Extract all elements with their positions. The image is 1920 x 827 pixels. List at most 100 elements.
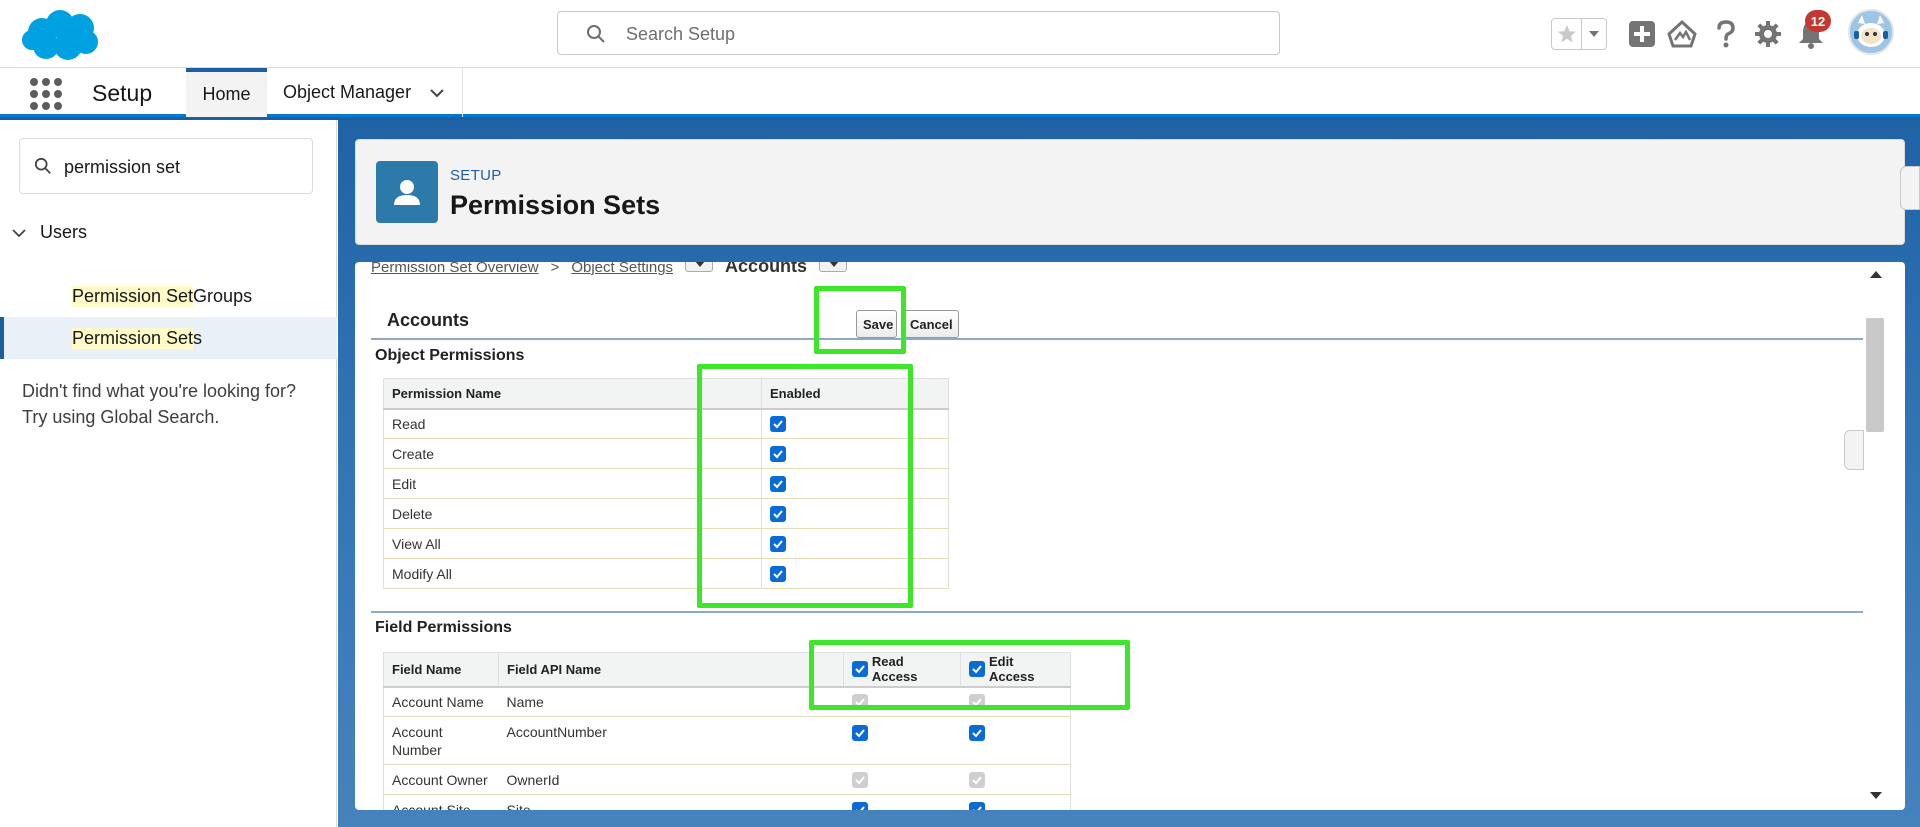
salesforce-logo[interactable] <box>20 8 102 62</box>
tab-home-label: Home <box>202 84 251 104</box>
panel-collapse-handle[interactable] <box>1900 166 1920 210</box>
quick-find-input[interactable] <box>64 155 294 179</box>
not-found-line-2: Try using Global Search. <box>22 407 220 427</box>
column-header: Field API Name <box>498 652 844 688</box>
field-permissions-title: Field Permissions <box>375 619 512 636</box>
highlight-box-save <box>814 286 906 354</box>
app-navigation-bar: Setup Home Object Manager <box>0 68 1920 120</box>
checkmark-icon <box>855 806 865 810</box>
breadcrumb-current: Accounts <box>725 262 808 276</box>
not-found-message: Didn't find what you're looking for? Try… <box>22 378 322 430</box>
breadcrumb-dropdown[interactable] <box>685 262 714 272</box>
edit-access-checkbox[interactable] <box>968 802 985 810</box>
question-icon <box>1717 20 1735 48</box>
scroll-thumb[interactable] <box>1866 318 1884 432</box>
read-access-cell <box>843 716 961 765</box>
app-launcher-icon[interactable] <box>30 78 62 110</box>
gear-icon <box>1755 21 1781 47</box>
field-name: Account Name <box>383 686 499 717</box>
breadcrumb: Permission Set Overview > Object Setting… <box>371 262 848 277</box>
setup-sidebar: Users Permission Set Groups Permission S… <box>0 120 337 827</box>
setup-gear-button[interactable] <box>1752 18 1784 50</box>
app-name: Setup <box>92 80 153 106</box>
search-icon <box>34 157 51 174</box>
field-name: Account Owner <box>383 764 499 795</box>
breadcrumb-link-overview[interactable]: Permission Set Overview <box>371 262 539 276</box>
user-avatar[interactable] <box>1848 9 1894 55</box>
edit-access-cell <box>960 764 1071 795</box>
highlight-box-field-access <box>809 640 1130 710</box>
add-icon <box>1629 21 1655 47</box>
field-name: Account Site <box>383 794 499 810</box>
quick-find-box[interactable] <box>19 138 313 194</box>
page-eyebrow: SETUP <box>450 167 502 184</box>
read-access-checkbox[interactable] <box>851 725 868 742</box>
caret-down-icon <box>1589 31 1599 37</box>
edit-access-checkbox[interactable] <box>968 725 985 742</box>
sidebar-item-label: s <box>193 327 203 348</box>
field-api-name: AccountNumber <box>498 716 844 765</box>
scroll-up-arrow-icon[interactable] <box>1870 271 1882 278</box>
breadcrumb-separator: > <box>550 262 560 276</box>
read-access-checkbox[interactable] <box>851 802 868 810</box>
edit-access-checkbox-disabled <box>968 772 985 789</box>
tab-home[interactable]: Home <box>186 68 267 117</box>
search-icon <box>587 25 605 43</box>
field-name: Account Number <box>383 716 499 765</box>
tree-node-users-label: Users <box>40 222 88 242</box>
scroll-down-arrow-icon[interactable] <box>1870 792 1882 799</box>
content-panel: Permission Set Overview > Object Setting… <box>355 262 1905 810</box>
favorites-dropdown-button[interactable] <box>1582 19 1606 49</box>
page-title: Permission Sets <box>450 190 661 220</box>
checkmark-icon <box>971 776 982 785</box>
cancel-button[interactable]: Cancel <box>903 310 959 338</box>
read-access-cell <box>843 794 961 810</box>
sidebar-item-permission-set-groups[interactable]: Permission Set Groups <box>0 275 337 317</box>
field-api-name: Site <box>498 794 844 810</box>
trailhead-icon <box>1667 20 1697 48</box>
page-header: SETUP Permission Sets <box>355 139 1905 245</box>
sidebar-item-permission-sets[interactable]: Permission Set s <box>0 317 337 359</box>
table-row: Account Owner OwnerId <box>383 764 1071 795</box>
field-api-name: Name <box>498 686 844 717</box>
table-row: Account Site Site <box>383 794 1071 810</box>
object-permissions-title: Object Permissions <box>375 347 525 364</box>
panel-collapse-handle[interactable] <box>1844 430 1864 470</box>
chevron-down-icon[interactable] <box>12 228 26 238</box>
global-header: 12 <box>0 0 1920 68</box>
object-section-header: Accounts Save Cancel <box>371 306 1863 340</box>
edit-access-cell <box>960 794 1071 810</box>
read-access-checkbox-disabled <box>851 772 868 789</box>
table-row: Account Number AccountNumber <box>383 716 1071 765</box>
chevron-down-icon[interactable] <box>429 88 445 98</box>
tab-object-manager-label: Object Manager <box>283 82 412 102</box>
search-match-highlight: Permission Set <box>72 285 194 307</box>
edit-access-cell <box>960 716 1071 765</box>
section-divider <box>371 611 1863 613</box>
astro-avatar-icon <box>1850 11 1892 53</box>
sidebar-item-label: Groups <box>193 285 253 306</box>
favorites-group <box>1551 18 1607 50</box>
not-found-line-1: Didn't find what you're looking for? <box>22 381 297 401</box>
favorites-star-button[interactable] <box>1552 19 1582 49</box>
global-actions-button[interactable] <box>1626 18 1658 50</box>
setup-search-box[interactable] <box>557 11 1280 55</box>
search-match-highlight: Permission Set <box>72 327 194 349</box>
trailhead-button[interactable] <box>1666 18 1698 50</box>
breadcrumb-dropdown[interactable] <box>819 262 848 272</box>
help-button[interactable] <box>1710 18 1742 50</box>
read-access-cell <box>843 764 961 795</box>
checkmark-icon <box>854 776 865 785</box>
highlight-box-enabled <box>697 364 913 608</box>
tab-object-manager[interactable]: Object Manager <box>267 68 463 117</box>
breadcrumb-link-object-settings[interactable]: Object Settings <box>571 262 673 276</box>
column-header: Field Name <box>383 652 499 688</box>
field-api-name: OwnerId <box>498 764 844 795</box>
user-icon <box>376 161 438 223</box>
setup-search-input[interactable] <box>626 22 1226 46</box>
tree-node-users[interactable]: Users <box>12 222 87 243</box>
star-icon <box>1557 25 1576 43</box>
checkmark-icon <box>854 729 865 738</box>
checkmark-icon <box>972 806 982 810</box>
checkmark-icon <box>971 729 982 738</box>
